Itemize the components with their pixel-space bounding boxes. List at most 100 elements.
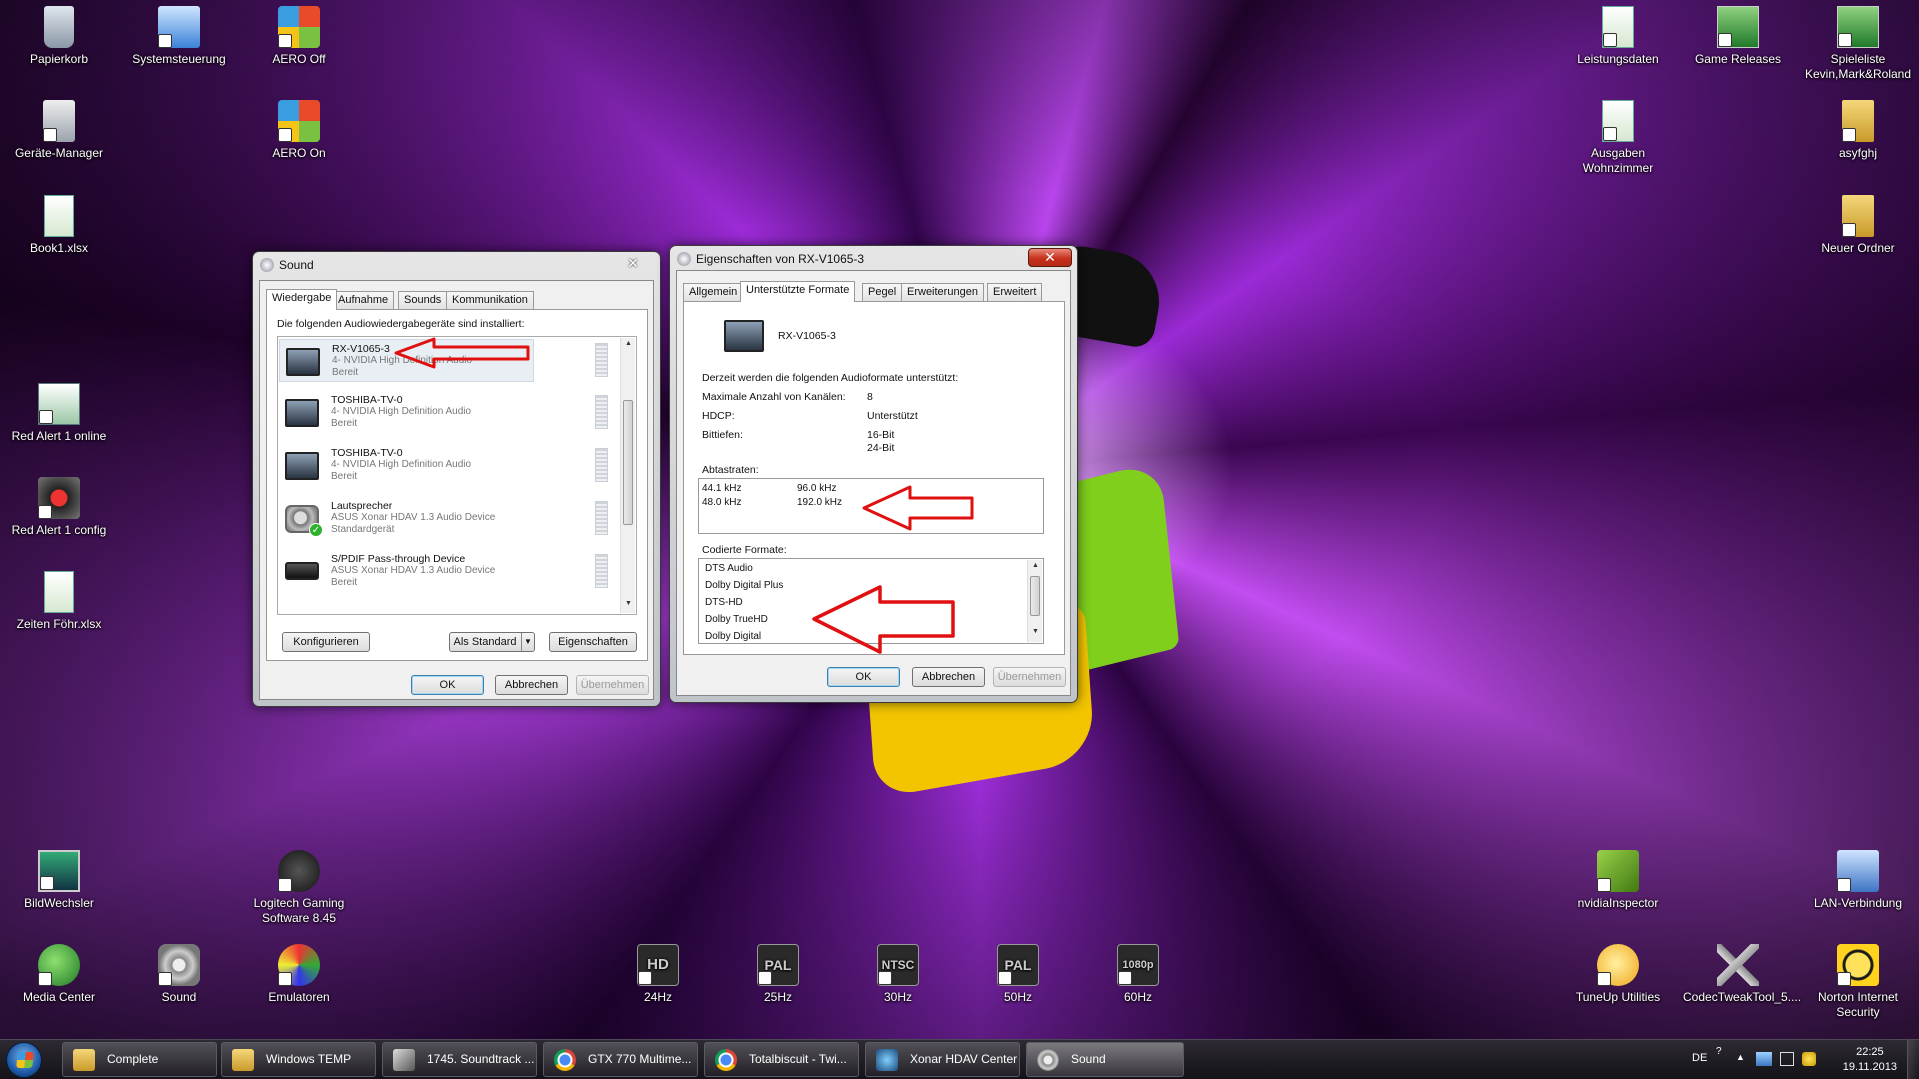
icon-label: TuneUp Utilities — [1575, 990, 1661, 1004]
tab-sounds[interactable]: Sounds — [398, 291, 448, 309]
desktop-icon-logitech[interactable]: Logitech Gaming Software 8.45 — [244, 850, 354, 926]
tab-kommunikation[interactable]: Kommunikation — [446, 291, 534, 309]
desktop-icon-aero-on[interactable]: AERO On — [244, 100, 354, 161]
excel-file-icon — [44, 195, 74, 237]
taskbar-item-soundtrack[interactable]: 1745. Soundtrack ... — [382, 1042, 537, 1077]
desktop-icon-geraete-manager[interactable]: Geräte-Manager — [4, 100, 114, 161]
ok-button[interactable]: OK — [411, 675, 484, 695]
taskbar-item-xonar[interactable]: Xonar HDAV Center — [865, 1042, 1020, 1077]
desktop-icon-emulatoren[interactable]: Emulatoren — [244, 944, 354, 1005]
list-item: DTS-HD — [705, 597, 743, 608]
desktop-icon-bildwechsler[interactable]: BildWechsler — [4, 850, 114, 911]
excel-file-icon — [1717, 6, 1759, 48]
tab-allgemein[interactable]: Allgemein — [683, 283, 744, 301]
network-tray-icon[interactable] — [1756, 1052, 1772, 1066]
desktop-icon-30hz[interactable]: NTSC 30Hz — [843, 944, 953, 1005]
tab-wiedergabe[interactable]: Wiedergabe — [266, 289, 338, 310]
device-name: RX-V1065-3 — [778, 330, 836, 342]
device-status: Bereit — [331, 577, 358, 588]
show-hidden-icons-chevron-icon[interactable]: ▲ — [1736, 1052, 1745, 1062]
norton-tray-icon[interactable] — [1802, 1052, 1816, 1066]
desktop-icon-zeiten[interactable]: Zeiten Föhr.xlsx — [4, 571, 114, 632]
desktop-icon-media-center[interactable]: Media Center — [4, 944, 114, 1005]
speaker-icon — [677, 252, 691, 266]
device-list-scrollbar[interactable]: ▲ ▼ — [620, 338, 635, 613]
monitor-icon — [38, 850, 80, 892]
help-icon[interactable]: ? — [1716, 1046, 1722, 1057]
playback-device-list[interactable]: RX-V1065-3 4- NVIDIA High Definition Aud… — [277, 336, 637, 615]
eigenschaften-button[interactable]: Eigenschaften — [549, 632, 637, 652]
cancel-button[interactable]: Abbrechen — [912, 667, 985, 687]
desktop-icon-red-alert-online[interactable]: Red Alert 1 online — [4, 383, 114, 444]
device-item-spdif[interactable]: S/PDIF Pass-through Device ASUS Xonar HD… — [279, 550, 534, 593]
chevron-down-icon[interactable]: ▼ — [521, 633, 534, 651]
scrollbar-thumb[interactable] — [1030, 576, 1040, 616]
desktop-icon-codectweak[interactable]: CodecTweakTool_5.... — [1683, 944, 1801, 1005]
desktop-icon-papierkorb[interactable]: Papierkorb — [4, 6, 114, 67]
speaker-icon — [1037, 1049, 1059, 1071]
speaker-icon — [260, 258, 274, 272]
list-item: DTS Audio — [705, 563, 753, 574]
scroll-down-icon[interactable]: ▼ — [1028, 628, 1043, 635]
wiedergabe-pane: Die folgenden Audiowiedergabegeräte sind… — [266, 309, 648, 661]
desktop-icon-60hz[interactable]: 1080p 60Hz — [1083, 944, 1193, 1005]
desktop-icon-aero-off[interactable]: AERO Off — [244, 6, 354, 67]
scrollbar-thumb[interactable] — [623, 400, 633, 525]
desktop-icon-spieleliste[interactable]: Spieleliste Kevin,Mark&Roland — [1803, 6, 1913, 82]
properties-tabbar: Allgemein Unterstützte Formate Pegel Erw… — [683, 281, 1063, 302]
desktop-icon-leistungsdaten[interactable]: Leistungsdaten — [1563, 6, 1673, 67]
device-item-toshiba-2[interactable]: TOSHIBA-TV-0 4- NVIDIA High Definition A… — [279, 444, 534, 487]
taskbar-item-totalbiscuit[interactable]: Totalbiscuit - Twi... — [704, 1042, 859, 1077]
taskbar-item-windows-temp[interactable]: Windows TEMP — [221, 1042, 376, 1077]
desktop-icon-sound[interactable]: Sound — [124, 944, 234, 1005]
tab-erweitert[interactable]: Erweitert — [987, 283, 1043, 301]
desktop-icon-24hz[interactable]: HD 24Hz — [603, 944, 713, 1005]
system-clock[interactable]: 22:25 19.11.2013 — [1843, 1045, 1897, 1075]
desktop-icon-nvidia-inspector[interactable]: nvidiaInspector — [1563, 850, 1673, 911]
show-desktop-button[interactable] — [1907, 1040, 1919, 1079]
tab-pegel[interactable]: Pegel — [862, 283, 903, 301]
annotation-red-arrow — [812, 585, 955, 654]
tab-erweiterungen[interactable]: Erweiterungen — [901, 283, 984, 301]
desktop-icon-red-alert-config[interactable]: Red Alert 1 config — [4, 477, 114, 538]
desktop-icon-asyfghj[interactable]: asyfghj — [1803, 100, 1913, 161]
action-center-icon[interactable] — [1780, 1052, 1794, 1066]
desktop-icon-lan[interactable]: LAN-Verbindung — [1803, 850, 1913, 911]
desktop-icon-ausgaben[interactable]: Ausgaben Wohnzimmer — [1563, 100, 1673, 176]
desktop-icon-tuneup[interactable]: TuneUp Utilities — [1563, 944, 1673, 1005]
scroll-up-icon[interactable]: ▲ — [621, 340, 636, 347]
cancel-button[interactable]: Abbrechen — [495, 675, 568, 695]
formats-pane: RX-V1065-3 Derzeit werden die folgenden … — [683, 301, 1065, 655]
tab-aufnahme[interactable]: Aufnahme — [332, 291, 395, 309]
taskbar-item-gtx770[interactable]: GTX 770 Multime... — [543, 1042, 698, 1077]
tab-unterstuetzte-formate[interactable]: Unterstützte Formate — [740, 281, 856, 302]
formats-scrollbar[interactable]: ▲ ▼ — [1027, 560, 1042, 642]
icon-label: Leistungsdaten — [1577, 52, 1659, 66]
scroll-down-icon[interactable]: ▼ — [621, 600, 636, 607]
device-driver: ASUS Xonar HDAV 1.3 Audio Device — [331, 565, 496, 576]
close-button[interactable]: ✕ — [611, 254, 655, 273]
desktop-icon-norton[interactable]: Norton Internet Security — [1803, 944, 1913, 1020]
logitech-icon — [278, 850, 320, 892]
close-button[interactable]: ✕ — [1028, 248, 1072, 267]
als-standard-button[interactable]: Als Standard ▼ — [449, 632, 535, 652]
icon-label: Papierkorb — [29, 52, 89, 66]
apply-button[interactable]: Übernehmen — [576, 675, 649, 695]
desktop-icon-systemsteuerung[interactable]: Systemsteuerung — [124, 6, 234, 67]
device-item-toshiba-1[interactable]: TOSHIBA-TV-0 4- NVIDIA High Definition A… — [279, 391, 534, 434]
scroll-up-icon[interactable]: ▲ — [1028, 562, 1043, 569]
taskbar-item-sound[interactable]: Sound — [1026, 1042, 1184, 1077]
desktop-icon-game-releases[interactable]: Game Releases — [1683, 6, 1793, 67]
sound-titlebar[interactable]: Sound ✕ — [253, 252, 660, 280]
desktop-icon-50hz[interactable]: PAL 50Hz — [963, 944, 1073, 1005]
konfigurieren-button[interactable]: Konfigurieren — [282, 632, 370, 652]
desktop-icon-book1[interactable]: Book1.xlsx — [4, 195, 114, 256]
ok-button[interactable]: OK — [827, 667, 900, 687]
language-indicator[interactable]: DE — [1692, 1052, 1707, 1064]
device-item-lautsprecher[interactable]: ✓ Lautsprecher ASUS Xonar HDAV 1.3 Audio… — [279, 497, 534, 540]
taskbar-item-complete[interactable]: Complete — [62, 1042, 217, 1077]
desktop-icon-neuer-ordner[interactable]: Neuer Ordner — [1803, 195, 1913, 256]
desktop-icon-25hz[interactable]: PAL 25Hz — [723, 944, 833, 1005]
start-button[interactable] — [6, 1042, 42, 1078]
apply-button[interactable]: Übernehmen — [993, 667, 1066, 687]
